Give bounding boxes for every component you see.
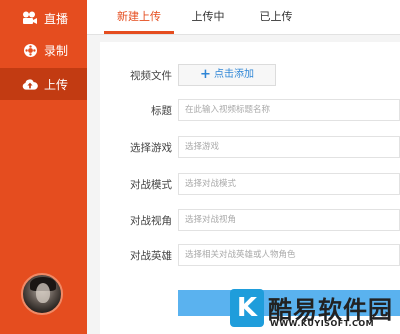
view-label: 对战视角 [130,215,172,227]
tab-bar: 新建上传 上传中 已上传 [87,0,400,35]
tab-new-upload[interactable]: 新建上传 [104,0,174,34]
plus-icon: + [200,67,211,82]
view-select[interactable]: 选择对战视角 [178,209,400,231]
tab-uploaded[interactable]: 已上传 [250,0,302,34]
watermark-logo: K [230,289,264,327]
sidebar-item-label: 直播 [44,11,69,26]
game-select[interactable]: 选择游戏 [178,136,400,158]
video-file-label: 视频文件 [130,70,172,82]
watermark: K 酷易软件园 WWW.KUYISOFT.COM [222,282,400,334]
add-file-button[interactable]: + 点击添加 [178,64,276,86]
mode-select[interactable]: 选择对战模式 [178,173,400,195]
sidebar-item-record[interactable]: 录制 [0,34,87,66]
tab-uploading[interactable]: 上传中 [182,0,234,34]
camera-icon [22,10,38,26]
title-input[interactable]: 在此输入视频标题名称 [178,99,400,121]
sidebar: 直播 录制 上传 [0,0,92,334]
sidebar-item-label: 上传 [44,77,69,92]
avatar[interactable] [21,273,63,315]
sidebar-item-label: 录制 [44,43,69,58]
app-window: 直播 录制 上传 新建上传 上传中 已上传 视频文件 + 点击添加 标题 在此输… [0,0,400,334]
watermark-url: WWW.KUYISOFT.COM [270,319,375,328]
tab-underline [104,31,174,34]
sidebar-item-upload[interactable]: 上传 [0,68,92,100]
sidebar-item-live[interactable]: 直播 [0,2,87,34]
title-label: 标题 [151,105,172,117]
cloud-upload-icon [22,76,38,92]
hero-label: 对战英雄 [130,250,172,262]
record-icon [22,42,38,58]
add-file-button-label: 点击添加 [213,69,254,80]
game-label: 选择游戏 [130,142,172,154]
mode-label: 对战模式 [130,179,172,191]
hero-select[interactable]: 选择相关对战英雄或人物角色 [178,244,400,266]
